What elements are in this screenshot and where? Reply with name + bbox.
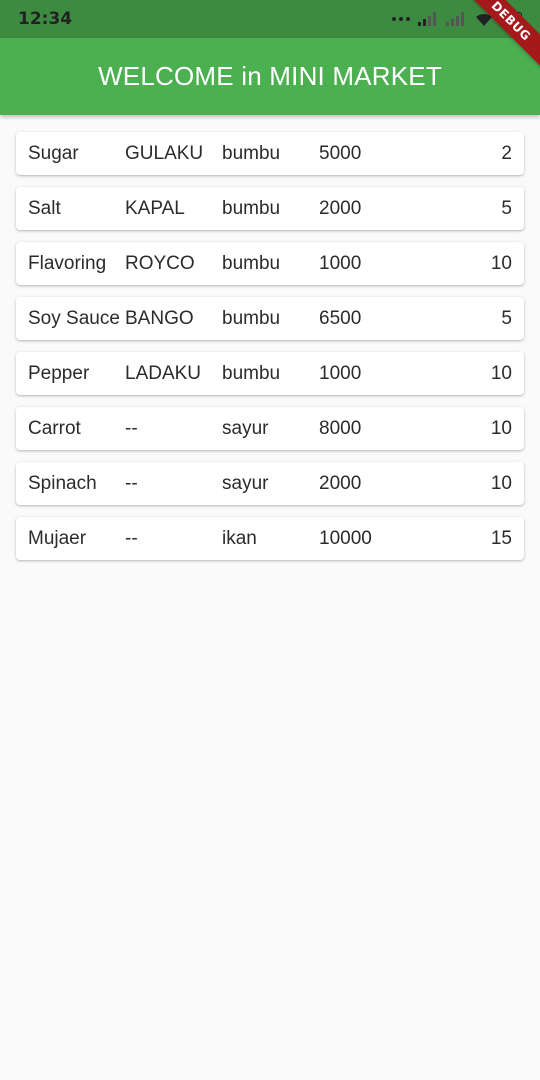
status-bar: 12:34 58	[0, 0, 540, 38]
product-name: Soy Sauce	[28, 308, 120, 329]
product-qty: 10	[490, 473, 512, 494]
product-category: sayur	[222, 473, 269, 494]
product-category: bumbu	[222, 363, 281, 384]
product-qty: 10	[490, 363, 512, 384]
product-qty: 5	[501, 308, 512, 329]
product-qty: 5	[501, 198, 512, 219]
product-qty: 2	[501, 143, 512, 164]
product-category: bumbu	[222, 308, 281, 329]
product-price: 2000	[319, 198, 362, 219]
product-price: 1000	[319, 253, 362, 274]
product-list[interactable]: Sugar GULAKU bumbu 5000 2 Salt KAPAL bum…	[16, 132, 524, 572]
product-brand: KAPAL	[125, 198, 185, 219]
product-name: Sugar	[28, 143, 79, 164]
product-brand: ROYCO	[125, 253, 195, 274]
product-row-spinach[interactable]: Spinach -- sayur 2000 10	[16, 462, 524, 505]
product-category: bumbu	[222, 198, 281, 219]
product-brand: LADAKU	[125, 363, 202, 384]
product-category: sayur	[222, 418, 269, 439]
product-price: 1000	[319, 363, 362, 384]
product-name: Spinach	[28, 473, 97, 494]
product-price: 8000	[319, 418, 362, 439]
product-price: 2000	[319, 473, 362, 494]
product-category: bumbu	[222, 253, 281, 274]
signal-secondary-icon	[445, 12, 464, 26]
product-row-soy-sauce[interactable]: Soy Sauce BANGO bumbu 6500 5	[16, 297, 524, 340]
product-qty: 15	[490, 528, 512, 549]
product-brand: --	[125, 418, 138, 439]
product-name: Carrot	[28, 418, 81, 439]
product-row-pepper[interactable]: Pepper LADAKU bumbu 1000 10	[16, 352, 524, 395]
product-brand: --	[125, 528, 138, 549]
product-category: bumbu	[222, 143, 281, 164]
product-qty: 10	[490, 418, 512, 439]
product-brand: GULAKU	[125, 143, 204, 164]
product-row-carrot[interactable]: Carrot -- sayur 8000 10	[16, 407, 524, 450]
status-time: 12:34	[18, 9, 73, 29]
product-qty: 10	[490, 253, 512, 274]
signal-icon	[417, 12, 436, 26]
more-notifications-icon	[391, 17, 410, 21]
page-title: WELCOME in MINI MARKET	[98, 61, 442, 91]
product-brand: --	[125, 473, 138, 494]
product-price: 10000	[319, 528, 372, 549]
product-brand: BANGO	[125, 308, 194, 329]
product-category: ikan	[222, 528, 257, 549]
product-name: Salt	[28, 198, 61, 219]
product-row-flavoring[interactable]: Flavoring ROYCO bumbu 1000 10	[16, 242, 524, 285]
product-row-sugar[interactable]: Sugar GULAKU bumbu 5000 2	[16, 132, 524, 175]
product-price: 6500	[319, 308, 362, 329]
product-price: 5000	[319, 143, 362, 164]
product-row-mujaer[interactable]: Mujaer -- ikan 10000 15	[16, 517, 524, 560]
product-name: Flavoring	[28, 253, 107, 274]
product-name: Pepper	[28, 363, 90, 384]
app-bar: WELCOME in MINI MARKET	[0, 38, 540, 115]
product-name: Mujaer	[28, 528, 87, 549]
product-row-salt[interactable]: Salt KAPAL bumbu 2000 5	[16, 187, 524, 230]
